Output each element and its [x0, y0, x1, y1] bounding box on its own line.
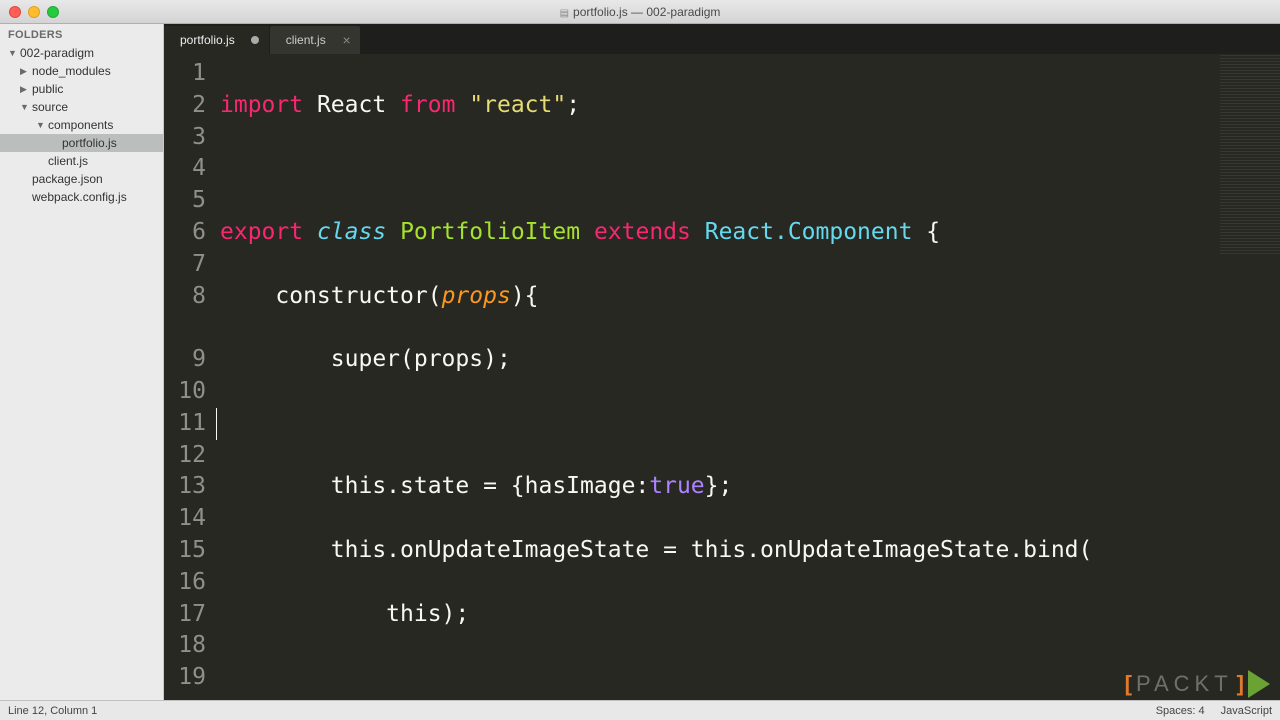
- tab-portfolio-js[interactable]: portfolio.js: [164, 26, 269, 54]
- dirty-indicator-icon: [251, 36, 259, 44]
- language-mode[interactable]: JavaScript: [1221, 705, 1272, 717]
- sidebar-item-label: source: [32, 100, 68, 114]
- maximize-window-button[interactable]: [47, 6, 59, 18]
- packt-watermark: [PACKT]: [1125, 670, 1270, 698]
- sidebar-item-label: portfolio.js: [62, 136, 117, 150]
- minimize-window-button[interactable]: [28, 6, 40, 18]
- sidebar-item-public[interactable]: ▶public: [0, 80, 163, 98]
- sidebar-item-portfolio-js[interactable]: portfolio.js: [0, 134, 163, 152]
- minimap[interactable]: [1220, 54, 1280, 254]
- sidebar-item-label: node_modules: [32, 64, 111, 78]
- chevron-down-icon: ▼: [36, 120, 46, 130]
- gutter: 12345678910111213141516171819: [164, 54, 216, 700]
- window-title-text: portfolio.js — 002-paradigm: [573, 5, 720, 19]
- tab-label: client.js: [286, 33, 326, 47]
- code-editor[interactable]: 12345678910111213141516171819 import Rea…: [164, 54, 1280, 700]
- sidebar-item-client-js[interactable]: client.js: [0, 152, 163, 170]
- play-icon: [1248, 670, 1270, 698]
- close-icon[interactable]: ×: [343, 33, 351, 47]
- tab-client-js[interactable]: client.js ×: [270, 26, 360, 54]
- indentation-setting[interactable]: Spaces: 4: [1156, 705, 1205, 717]
- chevron-down-icon: ▼: [20, 102, 30, 112]
- sidebar: FOLDERS ▼002-paradigm ▶node_modules ▶pub…: [0, 24, 164, 700]
- watermark-text: PACKT: [1136, 671, 1233, 697]
- sidebar-item-webpack-config[interactable]: webpack.config.js: [0, 188, 163, 206]
- sidebar-header: FOLDERS: [0, 24, 163, 44]
- close-window-button[interactable]: [9, 6, 21, 18]
- sidebar-item-label: components: [48, 118, 113, 132]
- code-content[interactable]: import React from "react"; export class …: [216, 54, 1280, 700]
- sidebar-item-source[interactable]: ▼source: [0, 98, 163, 116]
- sidebar-item-project[interactable]: ▼002-paradigm: [0, 44, 163, 62]
- text-cursor: [216, 408, 220, 440]
- sidebar-item-label: 002-paradigm: [20, 46, 94, 60]
- sidebar-item-label: package.json: [32, 172, 103, 186]
- sidebar-item-label: client.js: [48, 154, 88, 168]
- status-bar: Line 12, Column 1 Spaces: 4 JavaScript: [0, 700, 1280, 720]
- cursor-position[interactable]: Line 12, Column 1: [8, 705, 97, 717]
- chevron-right-icon: ▶: [20, 84, 30, 95]
- sidebar-item-label: webpack.config.js: [32, 190, 127, 204]
- tab-bar: portfolio.js client.js ×: [164, 24, 1280, 54]
- titlebar: portfolio.js — 002-paradigm: [0, 0, 1280, 24]
- traffic-lights: [9, 6, 59, 18]
- sidebar-item-node-modules[interactable]: ▶node_modules: [0, 62, 163, 80]
- sidebar-item-package-json[interactable]: package.json: [0, 170, 163, 188]
- sidebar-item-components[interactable]: ▼components: [0, 116, 163, 134]
- window-title: portfolio.js — 002-paradigm: [560, 5, 721, 19]
- chevron-right-icon: ▶: [20, 66, 30, 77]
- tab-label: portfolio.js: [180, 33, 235, 47]
- editor-area: portfolio.js client.js × 123456789101112…: [164, 24, 1280, 700]
- document-icon: [560, 5, 569, 19]
- sidebar-item-label: public: [32, 82, 63, 96]
- chevron-down-icon: ▼: [8, 48, 18, 58]
